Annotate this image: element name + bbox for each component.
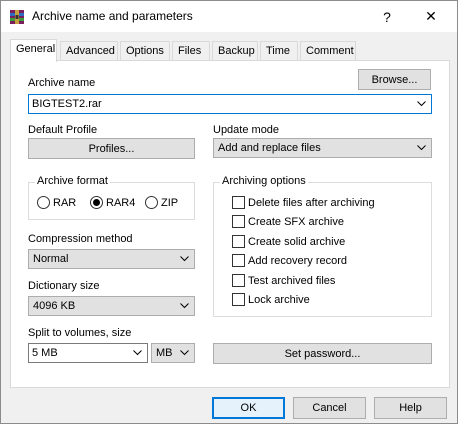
- format-zip-radio[interactable]: ZIP: [145, 196, 178, 209]
- ok-button[interactable]: OK: [212, 397, 285, 419]
- split-size-field[interactable]: 5 MB: [28, 343, 148, 363]
- recovery-record-checkbox[interactable]: Add recovery record: [232, 254, 347, 267]
- delete-files-label: Delete files after archiving: [248, 196, 375, 209]
- delete-files-checkbox[interactable]: Delete files after archiving: [232, 196, 375, 209]
- update-mode-label: Update mode: [213, 124, 280, 136]
- split-unit-value: MB: [156, 347, 173, 359]
- winrar-app-icon: [10, 10, 24, 24]
- set-password-button[interactable]: Set password...: [213, 343, 432, 364]
- split-unit-select[interactable]: MB: [151, 343, 195, 363]
- format-rar4-label: RAR4: [106, 196, 136, 209]
- tab-backup[interactable]: Backup: [212, 41, 258, 61]
- chevron-down-icon: [417, 101, 426, 107]
- help-button[interactable]: Help: [374, 397, 447, 419]
- checkbox-indicator: [232, 235, 245, 248]
- radio-rar-indicator: [37, 196, 50, 209]
- chevron-down-icon: [180, 303, 189, 309]
- archive-format-label: Archive format: [35, 175, 110, 187]
- archiving-options-label: Archiving options: [220, 175, 308, 187]
- test-archived-checkbox[interactable]: Test archived files: [232, 274, 335, 287]
- tab-advanced[interactable]: Advanced: [60, 41, 118, 61]
- split-size-value: 5 MB: [32, 347, 58, 359]
- create-solid-checkbox[interactable]: Create solid archive: [232, 235, 345, 248]
- checkbox-indicator: [232, 254, 245, 267]
- help-title-button[interactable]: ?: [365, 1, 409, 32]
- browse-button[interactable]: Browse...: [358, 69, 431, 90]
- dictionary-size-select[interactable]: 4096 KB: [28, 296, 195, 316]
- radio-zip-indicator: [145, 196, 158, 209]
- radio-rar4-indicator: [90, 196, 103, 209]
- window-title: Archive name and parameters: [32, 9, 193, 23]
- test-archived-label: Test archived files: [248, 274, 336, 287]
- lock-archive-label: Lock archive: [248, 293, 310, 306]
- chevron-down-icon: [180, 256, 189, 262]
- format-rar-label: RAR: [53, 196, 77, 209]
- tab-time[interactable]: Time: [260, 41, 298, 61]
- chevron-down-icon: [417, 145, 426, 151]
- tab-options[interactable]: Options: [120, 41, 170, 61]
- format-zip-label: ZIP: [161, 196, 179, 209]
- general-tab-panel: Archive name Browse... BIGTEST2.rar Defa…: [10, 60, 450, 388]
- close-button[interactable]: ✕: [409, 1, 453, 32]
- archive-name-field[interactable]: BIGTEST2.rar: [28, 94, 432, 114]
- dictionary-size-value: 4096 KB: [33, 300, 76, 312]
- chevron-down-icon: [133, 350, 142, 356]
- checkbox-indicator: [232, 215, 245, 228]
- checkbox-indicator: [232, 293, 245, 306]
- update-mode-select[interactable]: Add and replace files: [213, 138, 432, 158]
- recovery-record-label: Add recovery record: [248, 254, 348, 267]
- tab-comment[interactable]: Comment: [300, 41, 356, 61]
- default-profile-label: Default Profile: [28, 124, 98, 136]
- create-sfx-label: Create SFX archive: [248, 215, 344, 228]
- title-bar: Archive name and parameters ? ✕: [1, 1, 457, 32]
- split-volumes-label: Split to volumes, size: [28, 327, 132, 339]
- create-sfx-checkbox[interactable]: Create SFX archive: [232, 215, 344, 228]
- create-solid-label: Create solid archive: [248, 235, 346, 248]
- tab-general[interactable]: General: [10, 39, 57, 62]
- chevron-down-icon: [180, 350, 189, 356]
- lock-archive-checkbox[interactable]: Lock archive: [232, 293, 310, 306]
- cancel-button[interactable]: Cancel: [293, 397, 366, 419]
- tab-files[interactable]: Files: [172, 41, 210, 61]
- compression-method-select[interactable]: Normal: [28, 249, 195, 269]
- profiles-button[interactable]: Profiles...: [28, 138, 195, 159]
- checkbox-indicator: [232, 196, 245, 209]
- archive-name-label: Archive name: [28, 77, 96, 89]
- compression-method-value: Normal: [33, 253, 69, 265]
- compression-method-label: Compression method: [28, 233, 133, 245]
- checkbox-indicator: [232, 274, 245, 287]
- dictionary-size-label: Dictionary size: [28, 280, 100, 292]
- format-rar4-radio[interactable]: RAR4: [90, 196, 135, 209]
- archive-dialog: Archive name and parameters ? ✕ General …: [0, 0, 458, 424]
- format-rar-radio[interactable]: RAR: [37, 196, 76, 209]
- update-mode-value: Add and replace files: [218, 142, 321, 154]
- archive-name-value: BIGTEST2.rar: [32, 98, 102, 110]
